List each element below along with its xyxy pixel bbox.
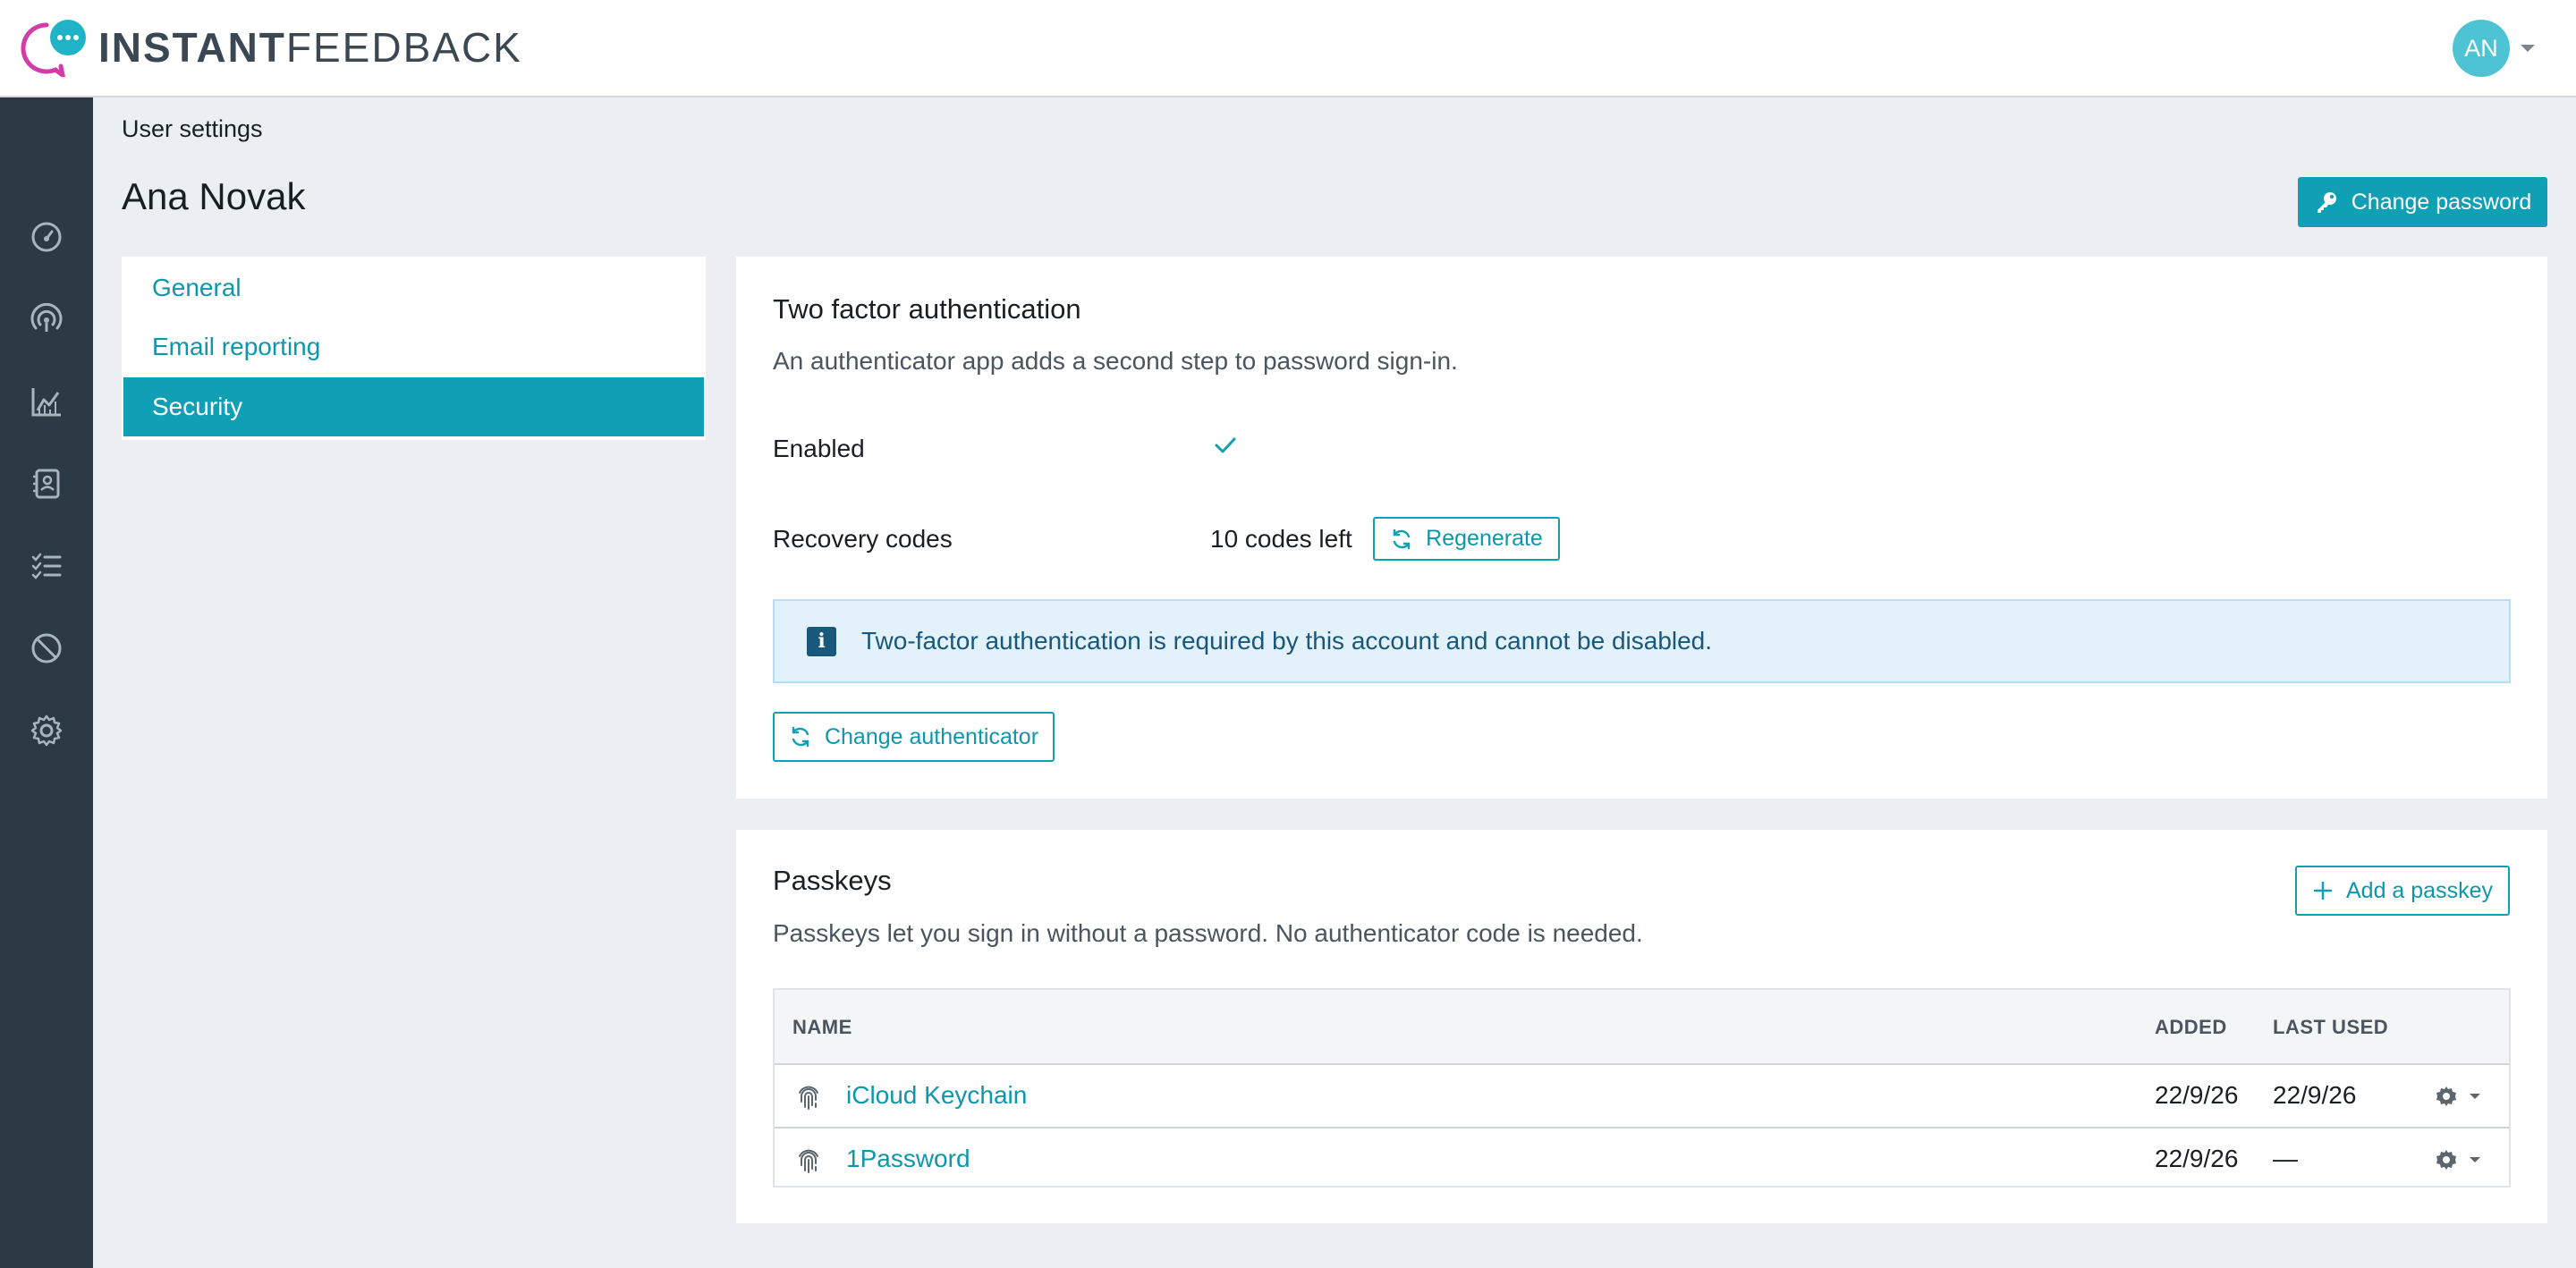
chevron-down-icon: [2470, 1094, 2480, 1099]
change-authenticator-label: Change authenticator: [824, 723, 1039, 749]
table-row: 1Password 22/9/26 —: [775, 1127, 2509, 1188]
logo-wordmark: INSTANTFEEDBACK: [98, 24, 522, 71]
gear-icon: [2436, 1086, 2456, 1106]
fingerprint-icon: [794, 1082, 823, 1111]
key-icon: [2317, 192, 2336, 213]
two-factor-card: Two factor authentication An authenticat…: [736, 257, 2547, 799]
info-icon: i: [807, 626, 836, 656]
page-title: Ana Novak: [122, 175, 306, 217]
settings-nav: General Email reporting Security: [122, 257, 706, 440]
nav-item-general[interactable]: General: [123, 258, 704, 317]
passkeys-title: Passkeys: [773, 865, 892, 896]
chevron-down-icon: [2470, 1157, 2480, 1162]
gear-icon: [2436, 1150, 2456, 1170]
change-password-label: Change password: [2351, 189, 2532, 215]
column-last-used-header[interactable]: LAST USED: [2273, 1016, 2388, 1039]
two-factor-description: An authenticator app adds a second step …: [773, 347, 1458, 375]
passkey-last-used: 22/9/26: [2273, 1081, 2357, 1109]
plus-icon: [2313, 881, 2333, 900]
logo-chat-bubble-icon: [20, 18, 89, 77]
two-factor-title: Two factor authentication: [773, 293, 1081, 325]
broadcast-icon[interactable]: [29, 301, 64, 337]
change-password-button[interactable]: Change password: [2298, 177, 2547, 227]
recovery-codes-count: 10 codes left: [1210, 525, 1352, 553]
recovery-codes-label: Recovery codes: [773, 525, 953, 553]
passkeys-card: Passkeys Passkeys let you sign in withou…: [736, 830, 2547, 1223]
analytics-chart-icon[interactable]: [29, 384, 64, 419]
avatar[interactable]: AN: [2453, 20, 2510, 77]
row-actions-menu[interactable]: [2434, 1147, 2480, 1172]
contacts-book-icon[interactable]: [29, 466, 64, 502]
nav-item-email-reporting[interactable]: Email reporting: [123, 317, 704, 376]
table-row: iCloud Keychain 22/9/26 22/9/26: [775, 1065, 2509, 1127]
top-bar: INSTANTFEEDBACK AN: [0, 0, 2576, 97]
settings-gear-icon[interactable]: [29, 713, 64, 748]
enabled-label: Enabled: [773, 435, 865, 462]
info-alert: i Two-factor authentication is required …: [773, 599, 2511, 683]
table-header: NAME ADDED LAST USED: [775, 990, 2509, 1065]
add-passkey-label: Add a passkey: [2346, 877, 2493, 903]
passkey-added: 22/9/26: [2155, 1145, 2239, 1172]
nav-item-security[interactable]: Security: [123, 377, 704, 436]
passkeys-description: Passkeys let you sign in without a passw…: [773, 919, 1643, 947]
fingerprint-icon: [794, 1145, 823, 1174]
passkey-name-link[interactable]: iCloud Keychain: [846, 1081, 1027, 1110]
passkeys-table: NAME ADDED LAST USED iCloud Keychain 22/…: [773, 988, 2511, 1188]
block-icon[interactable]: [29, 630, 64, 666]
app-logo[interactable]: INSTANTFEEDBACK: [20, 18, 522, 77]
chevron-down-icon: [2521, 45, 2535, 52]
column-added-header[interactable]: ADDED: [2155, 1016, 2227, 1039]
alert-text: Two-factor authentication is required by…: [861, 627, 1713, 655]
sidebar: [0, 97, 93, 1268]
passkey-last-used: —: [2273, 1145, 2298, 1172]
passkey-name-link[interactable]: 1Password: [846, 1145, 970, 1173]
change-authenticator-button[interactable]: Change authenticator: [773, 712, 1055, 762]
dashboard-gauge-icon[interactable]: [29, 219, 64, 255]
user-menu[interactable]: AN: [2453, 20, 2535, 77]
passkey-added: 22/9/26: [2155, 1081, 2239, 1109]
row-actions-menu[interactable]: [2434, 1084, 2480, 1109]
refresh-icon: [792, 726, 809, 748]
checklist-icon[interactable]: [29, 548, 64, 584]
add-passkey-button[interactable]: Add a passkey: [2295, 866, 2510, 916]
column-name-header[interactable]: NAME: [792, 1016, 852, 1039]
refresh-icon: [1393, 528, 1411, 549]
regenerate-button[interactable]: Regenerate: [1373, 517, 1560, 561]
breadcrumb: User settings: [122, 115, 263, 142]
check-icon: [1213, 433, 1238, 458]
regenerate-label: Regenerate: [1426, 526, 1543, 551]
